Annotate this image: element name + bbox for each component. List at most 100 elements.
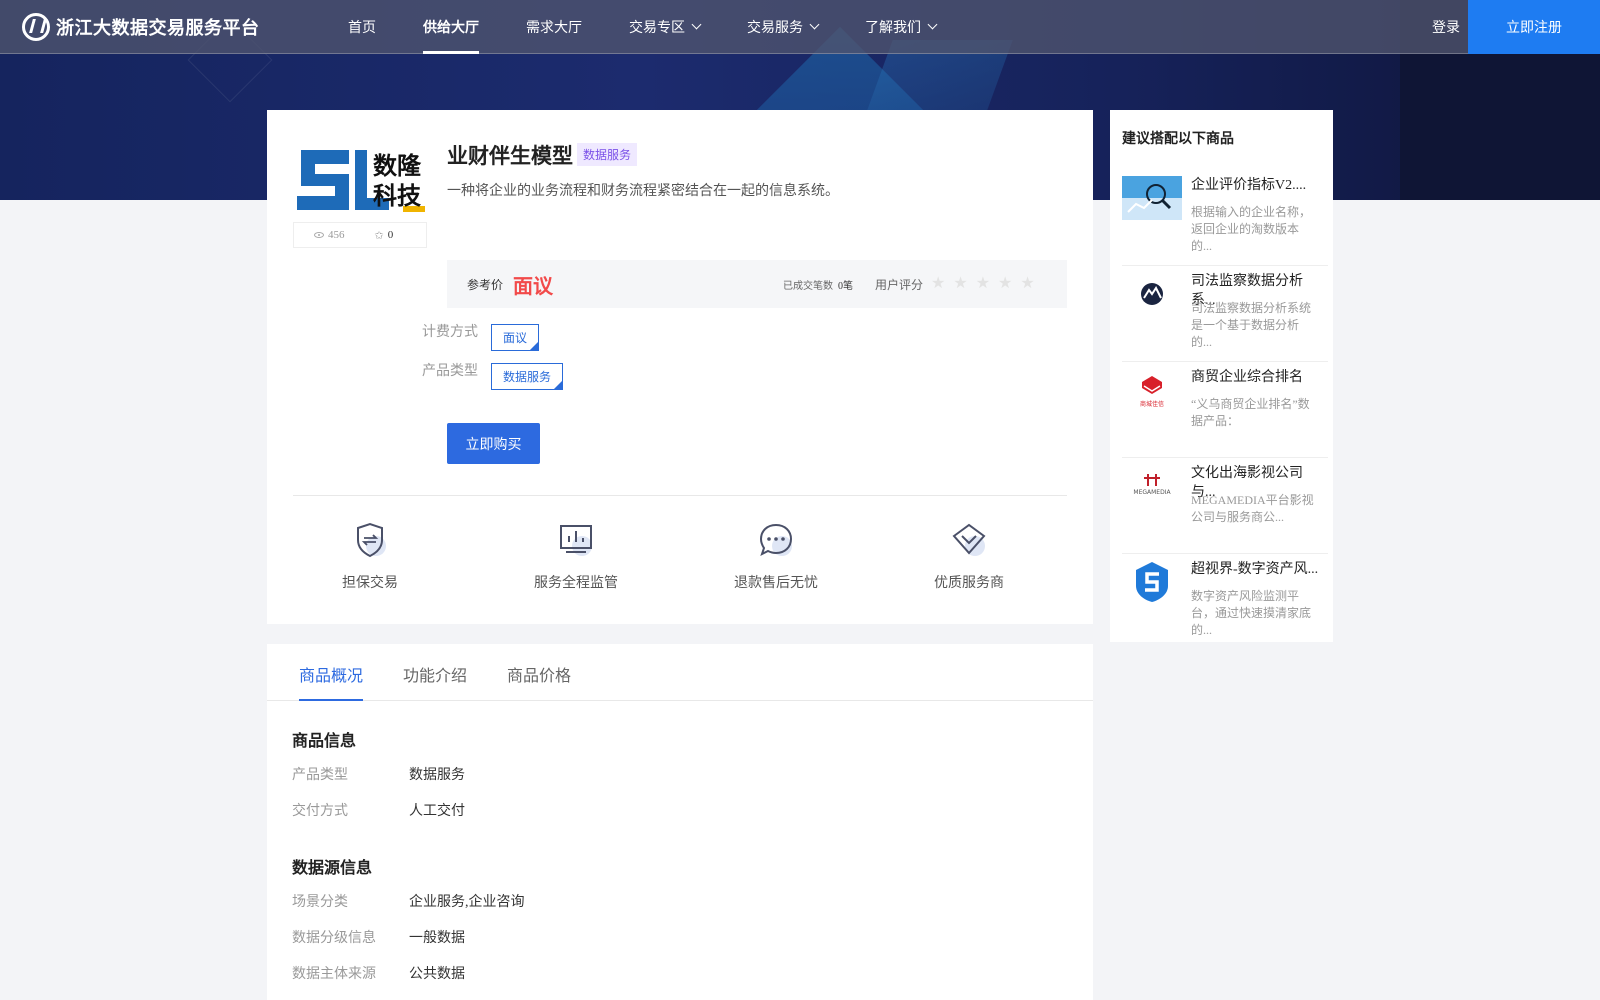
recommend-desc: 数字资产风险监测平台，通过快速摸清家底的... [1191,589,1312,637]
logo-text-1: 数隆 [373,152,422,180]
info-value: 一般数据 [409,931,465,946]
section-datasource-title: 数据源信息 [292,860,373,877]
tab-features[interactable]: 功能介绍 [403,662,467,701]
shield-exchange-icon [357,522,386,558]
feature-label: 担保交易 [342,576,398,591]
product-description: 一种将企业的业务流程和财务流程紧密结合在一起的信息系统。 [447,184,839,199]
nav-trade-service[interactable]: 交易服务 [747,0,820,54]
recommend-desc: 根据输入的企业名称，返回企业的淘数版本的... [1191,205,1312,253]
main-nav: 首页 供给大厅 需求大厅 交易专区 交易服务 了解我们 [348,0,983,54]
chat-bubble-icon [759,523,793,556]
recommend-item[interactable]: 企业评价指标V2.... 根据输入的企业名称，返回企业的淘数版本的... [1122,170,1328,266]
nav-supply-hall-label: 供给大厅 [423,20,479,36]
divider [293,495,1067,496]
product-stats: 456 ✩ 0 [293,222,427,248]
nav-supply-hall[interactable]: 供给大厅 [423,0,479,54]
recommend-name: 超视界-数字资产风... [1191,562,1319,577]
chevron-down-icon [691,19,702,30]
views-count: 456 [314,229,345,241]
type-chip[interactable]: 数据服务 [491,363,564,390]
recommend-sidebar: 建议搭配以下商品 企业评价指标V2.... 根据输入的企业名称，返回企业的淘数版… [1110,110,1333,642]
monitor-chart-icon [560,525,592,556]
price-value: 面议 [513,275,554,298]
info-label: 交付方式 [292,804,348,819]
billing-chip[interactable]: 面议 [491,324,540,351]
feature-supervision: 服务全程监管 [534,522,618,592]
feature-refund: 退款售后无忧 [734,522,818,592]
logo-text: 浙江大数据交易服务平台 [56,17,260,38]
section-product-info-title: 商品信息 [292,733,357,750]
top-header: 浙江大数据交易服务平台 首页 供给大厅 需求大厅 交易专区 交易服务 了解我们 … [0,0,1600,54]
detail-card: 商品概况 功能介绍 商品价格 商品信息 产品类型 数据服务 交付方式 人工交付 … [267,644,1093,1000]
sidebar-title: 建议搭配以下商品 [1122,132,1234,147]
rating-label: 用户评分 [875,278,924,292]
logo-icon [22,12,50,41]
product-thumbnail [1141,283,1163,305]
feature-label: 服务全程监管 [534,576,618,591]
tab-pricing[interactable]: 商品价格 [507,662,571,701]
product-thumbnail: 商城佳信 [1140,376,1164,408]
info-label: 数据分级信息 [292,931,376,946]
nav-demand-hall[interactable]: 需求大厅 [526,0,582,54]
recommend-name: 企业评价指标V2.... [1191,178,1307,193]
views-value: 456 [328,229,345,241]
login-link[interactable]: 登录 [1432,0,1460,54]
buy-now-button[interactable]: 立即购买 [447,423,540,464]
product-thumbnail [1136,562,1168,602]
logo-text-2: 科技 [373,182,422,210]
chevron-down-icon [927,19,938,30]
recommend-item[interactable]: 司法监察数据分析系... 司法监察数据分析系统是一个基于数据分析的... [1122,266,1328,362]
info-label: 产品类型 [292,768,348,783]
nav-trade-zone[interactable]: 交易专区 [629,0,702,54]
product-tag: 数据服务 [577,143,638,166]
recommend-desc: “义乌商贸企业排名”数据产品： [1191,397,1310,428]
eye-icon [314,232,324,238]
star-icon: ✩ [374,229,384,242]
product-thumbnail: MEGAMEDIA [1133,474,1171,496]
diamond-icon [952,523,986,556]
info-value: 企业服务,企业咨询 [409,895,525,910]
info-label: 场景分类 [292,895,348,910]
type-label: 产品类型 [422,364,478,379]
thumbnail-text: MEGAMEDIA [1133,489,1171,496]
product-card: 数隆 科技 456 ✩ 0 业财伴生模型 数据服务 一种将企业的业务流程和财务流程… [267,110,1093,624]
info-value: 公共数据 [409,967,465,982]
product-logo: 数隆 科技 [297,150,425,212]
info-value: 数据服务 [409,768,465,783]
recommend-item[interactable]: MEGAMEDIA 文化出海影视公司与... MEGAMEDIA平台影视公司与服… [1122,458,1328,554]
nav-home[interactable]: 首页 [348,0,376,54]
deals-count: 已成交笔数 0笔 [783,277,853,292]
thumbnail-text: 商城佳信 [1140,400,1164,408]
recommend-item[interactable]: 超视界-数字资产风... 数字资产风险监测平台，通过快速摸清家底的... [1122,554,1328,650]
nav-demand-hall-label: 需求大厅 [526,20,582,36]
product-thumbnail [1122,176,1182,220]
nav-trade-service-label: 交易服务 [747,20,803,36]
price-bar: 参考价 面议 已成交笔数 0笔 用户评分 ★★★★★ [447,260,1067,308]
nav-home-label: 首页 [348,20,376,36]
recommend-desc: 司法监察数据分析系统是一个基于数据分析的... [1191,301,1312,349]
deals-label: 已成交笔数 [783,281,833,292]
nav-about[interactable]: 了解我们 [865,0,938,54]
info-value: 人工交付 [409,804,465,819]
nav-about-label: 了解我们 [865,20,921,36]
feature-label: 退款售后无忧 [734,576,818,591]
site-logo[interactable]: 浙江大数据交易服务平台 [22,12,322,41]
price-label: 参考价 [467,277,504,292]
recommend-item[interactable]: 商城佳信 商贸企业综合排名 “义乌商贸企业排名”数据产品： [1122,362,1328,458]
tab-overview[interactable]: 商品概况 [299,662,364,701]
deals-value: 0笔 [838,281,853,292]
rating-stars: ★★★★★ [931,275,1043,292]
feature-label: 优质服务商 [934,576,1004,591]
nav-trade-zone-label: 交易专区 [629,20,685,36]
recommend-desc: MEGAMEDIA平台影视公司与服务商公... [1191,493,1314,524]
recommend-name: 商贸企业综合排名 [1191,370,1303,385]
favorites-count[interactable]: ✩ 0 [375,229,394,242]
info-label: 数据主体来源 [292,967,376,982]
chevron-down-icon [809,19,820,30]
detail-tabs: 商品概况 功能介绍 商品价格 [267,644,1093,701]
billing-label: 计费方式 [422,325,478,340]
favorites-value: 0 [387,229,394,241]
feature-guarantee: 担保交易 [342,522,398,592]
register-button[interactable]: 立即注册 [1468,0,1600,54]
product-title: 业财伴生模型 [447,144,573,168]
